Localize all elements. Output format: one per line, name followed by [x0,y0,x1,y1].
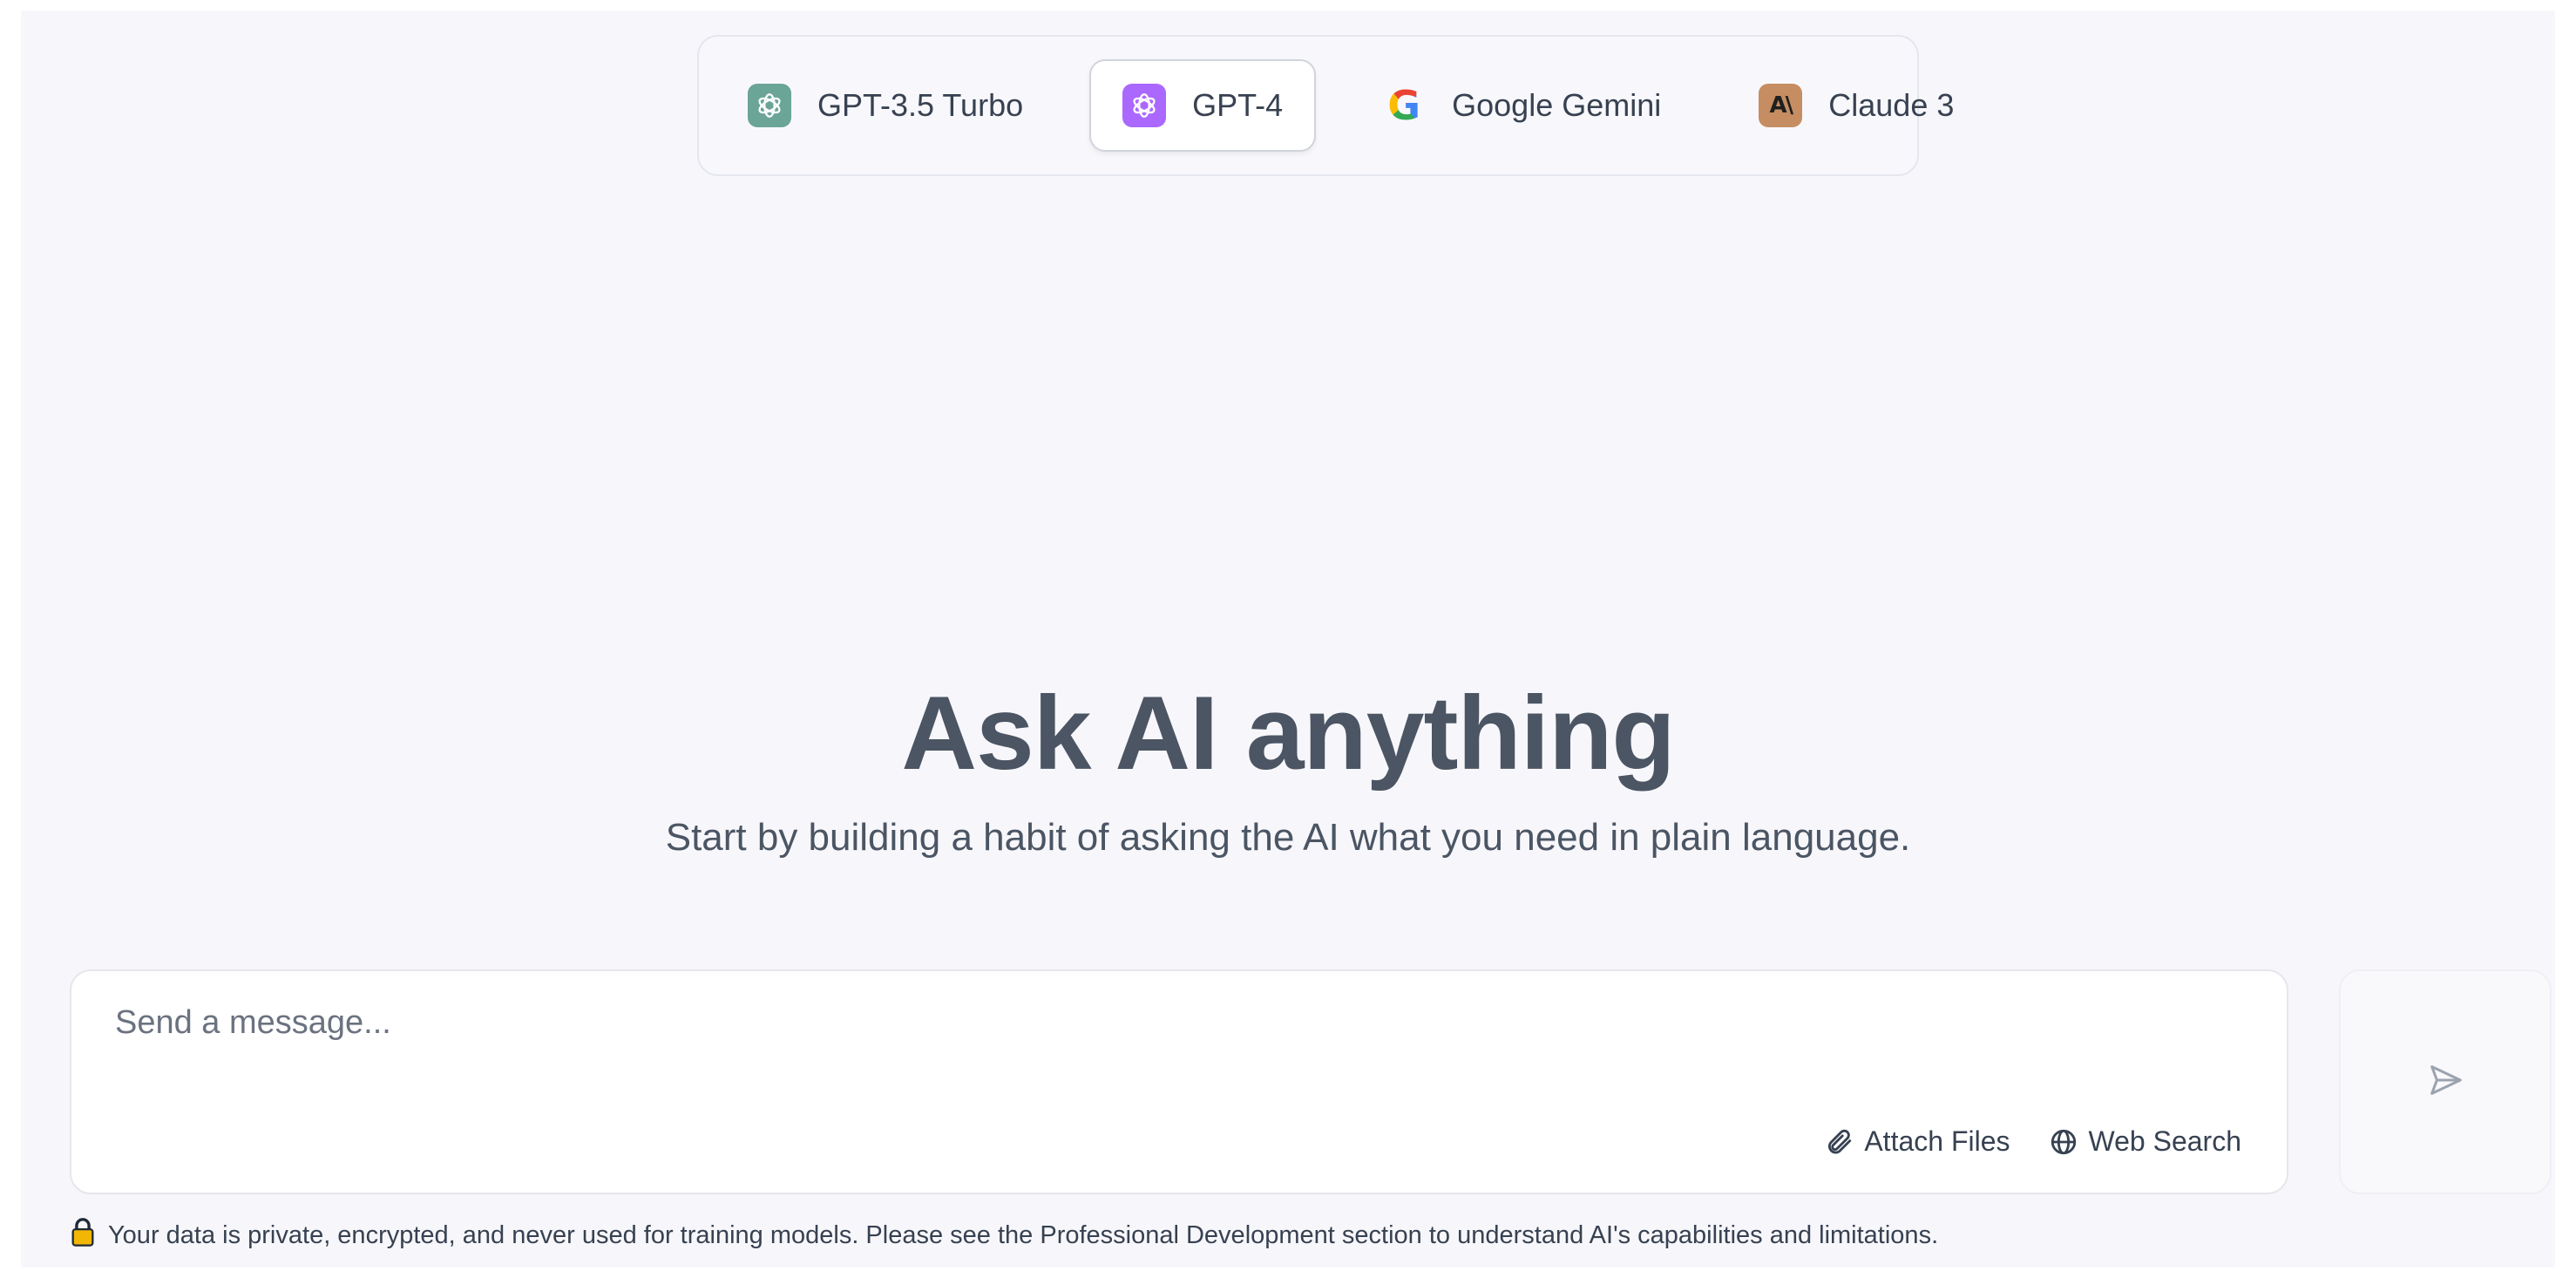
openai-icon [748,84,791,127]
model-selector: GPT-3.5 Turbo GPT-4 G Google Gemini A\ C [697,35,1954,176]
openai-icon [1122,84,1167,127]
model-tab-google-gemini[interactable]: G Google Gemini [1351,59,1692,152]
app-root: GPT-3.5 Turbo GPT-4 G Google Gemini A\ C [21,10,2555,1268]
send-icon [2425,1060,2465,1105]
privacy-notice: Your data is private, encrypted, and nev… [70,1217,1938,1254]
page-title: Ask AI anything [901,675,1675,792]
message-composer: Attach Files Web Search [70,969,2288,1194]
model-tab-claude-3[interactable]: A\ Claude 3 [1727,59,1985,152]
model-tab-label: Google Gemini [1452,87,1662,123]
model-tab-gpt-3-5-turbo[interactable]: GPT-3.5 Turbo [748,59,1054,152]
attach-files-label: Attach Files [1864,1125,2010,1157]
model-tab-label: GPT-3.5 Turbo [817,87,1024,123]
model-tab-label: GPT-4 [1192,87,1284,123]
attach-files-button[interactable]: Attach Files [1824,1125,2010,1158]
model-tab-label: Claude 3 [1828,87,1955,123]
anthropic-icon: A\ [1759,84,1803,127]
message-input[interactable] [113,1003,2243,1084]
privacy-notice-text: Your data is private, encrypted, and nev… [108,1220,1939,1249]
google-g-icon: G [1387,82,1421,129]
send-button[interactable] [2339,969,2552,1194]
model-tab-gpt-4[interactable]: GPT-4 [1089,59,1317,152]
composer-actions: Attach Files Web Search [1824,1125,2241,1158]
lock-icon [70,1217,96,1254]
web-search-label: Web Search [2088,1125,2242,1157]
page-subtitle: Start by building a habit of asking the … [665,816,1911,859]
web-search-button[interactable]: Web Search [2049,1125,2242,1158]
paperclip-icon [1824,1127,1854,1157]
globe-icon [2049,1127,2078,1157]
